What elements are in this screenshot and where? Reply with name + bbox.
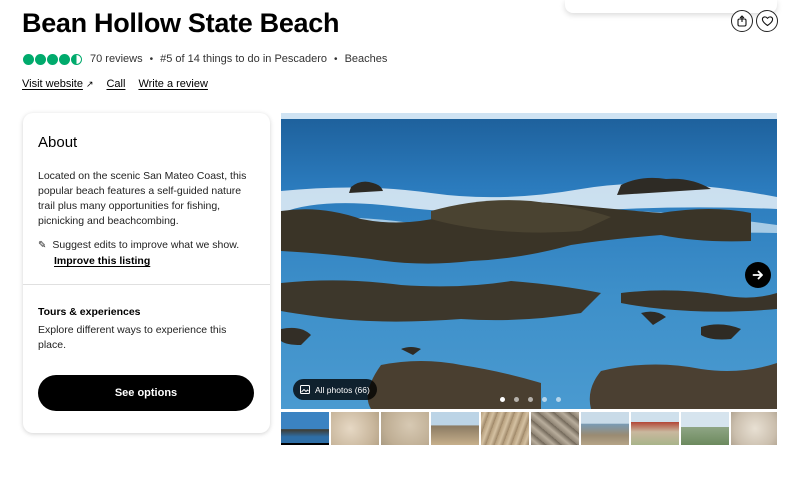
visit-website-link[interactable]: Visit website ↗ xyxy=(22,78,93,90)
pencil-icon: ✎ xyxy=(38,239,47,251)
header-actions xyxy=(731,10,778,32)
review-count[interactable]: 70 reviews xyxy=(90,53,143,65)
all-photos-button[interactable]: All photos (66) xyxy=(293,379,377,400)
thumbnail-10[interactable] xyxy=(731,412,777,445)
thumbnail-8[interactable] xyxy=(631,412,679,445)
separator: • xyxy=(334,53,338,65)
heart-icon xyxy=(761,16,773,27)
action-links: Visit website ↗ Call Write a review xyxy=(22,78,208,90)
divider xyxy=(23,284,270,285)
suggest-edits: ✎ Suggest edits to improve what we show. xyxy=(38,239,239,251)
next-photo-button[interactable] xyxy=(745,262,771,288)
about-card: About Located on the scenic San Mateo Co… xyxy=(23,113,270,433)
arrow-right-icon xyxy=(752,270,763,280)
beach-photo-image xyxy=(281,113,777,409)
tours-description: Explore different ways to experience thi… xyxy=(38,324,227,351)
thumbnail-2[interactable] xyxy=(331,412,379,445)
rating-bubble-icon xyxy=(59,53,70,65)
separator: • xyxy=(149,53,154,65)
write-review-link[interactable]: Write a review xyxy=(138,78,207,90)
improve-listing-link[interactable]: Improve this listing xyxy=(54,255,150,267)
external-link-icon: ↗ xyxy=(85,79,94,89)
about-title: About xyxy=(38,134,78,151)
rating-row: 70 reviews • #5 of 14 things to do in Pe… xyxy=(23,53,387,65)
image-icon xyxy=(300,385,310,394)
thumbnail-6[interactable] xyxy=(531,412,579,445)
visit-website-label: Visit website xyxy=(22,78,83,90)
carousel-dot[interactable] xyxy=(542,397,547,402)
thumbnail-4[interactable] xyxy=(431,412,479,445)
carousel-dot[interactable] xyxy=(556,397,561,402)
carousel-dot[interactable] xyxy=(500,397,505,402)
carousel-dot[interactable] xyxy=(528,397,533,402)
tours-title: Tours & experiences xyxy=(38,306,141,318)
page-title: Bean Hollow State Beach xyxy=(22,8,340,38)
rating-half-bubble-icon xyxy=(71,53,82,65)
carousel-dot[interactable] xyxy=(514,397,519,402)
thumbnail-7[interactable] xyxy=(581,412,629,445)
thumbnail-9[interactable] xyxy=(681,412,729,445)
category-link[interactable]: Beaches xyxy=(345,53,388,65)
rating-bubble-icon xyxy=(35,53,46,65)
save-button[interactable] xyxy=(756,10,778,32)
all-photos-label: All photos (66) xyxy=(315,384,370,395)
about-description: Located on the scenic San Mateo Coast, t… xyxy=(38,170,247,227)
share-button[interactable] xyxy=(731,10,753,32)
thumbnail-strip xyxy=(281,412,777,445)
thumbnail-3[interactable] xyxy=(381,412,429,445)
rating-bubble-icon xyxy=(47,53,58,65)
call-link[interactable]: Call xyxy=(106,78,125,90)
suggest-text: Suggest edits to improve what we show. xyxy=(52,239,240,251)
rating-bubble-icon xyxy=(23,53,34,65)
see-options-button[interactable]: See options xyxy=(38,375,254,411)
thumbnail-1[interactable] xyxy=(281,412,329,445)
thumbnail-5[interactable] xyxy=(481,412,529,445)
share-icon xyxy=(737,15,747,27)
main-photo[interactable]: All photos (66) xyxy=(281,113,777,409)
carousel-dots xyxy=(500,397,561,402)
ranking-text[interactable]: #5 of 14 things to do in Pescadero xyxy=(160,53,327,65)
rating-bubbles xyxy=(23,53,82,65)
